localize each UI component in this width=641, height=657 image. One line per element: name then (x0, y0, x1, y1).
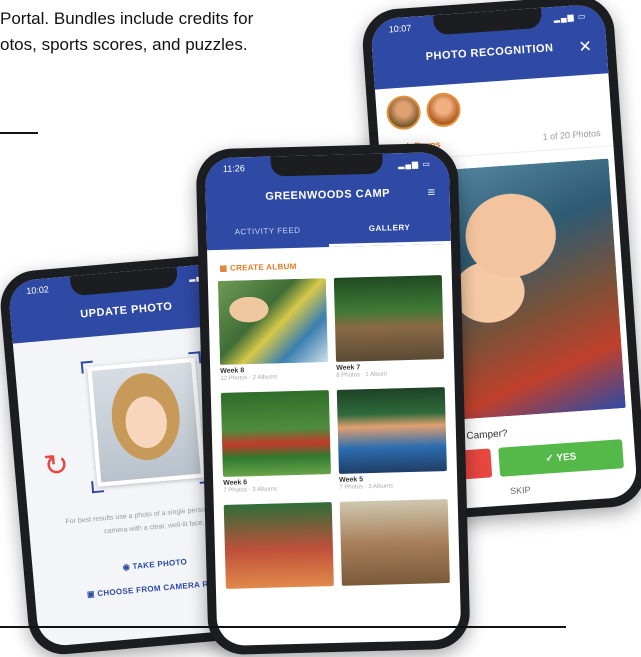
screen-title: GREENWOODS CAMP (265, 187, 391, 203)
tab-activity-feed[interactable]: ACTIVITY FEED (206, 213, 329, 250)
album-cover (217, 278, 329, 365)
camera-roll-button[interactable]: ▣ CHOOSE FROM CAMERA ROLL (87, 578, 226, 599)
avatar[interactable] (425, 91, 462, 129)
create-album-label: CREATE ALBUM (229, 261, 297, 273)
menu-icon[interactable]: ≡ (427, 184, 435, 199)
album-grid: Week 8 12 Photos · 2 Albums Week 7 8 Pho… (208, 275, 460, 589)
divider-top (0, 132, 38, 134)
album-tile[interactable]: Week 8 12 Photos · 2 Albums (217, 278, 329, 385)
frame-corner (188, 351, 202, 365)
avatar[interactable] (385, 94, 422, 131)
frame-corner (80, 360, 94, 374)
album-icon: ▦ (219, 263, 231, 273)
album-tile[interactable] (339, 499, 450, 586)
album-cover (336, 387, 447, 474)
intro-line-2: otos, sports scores, and puzzles. (0, 35, 248, 54)
album-cover (333, 275, 444, 362)
rotate-icon[interactable]: ↻ (42, 447, 70, 484)
signal-battery-icon: ▂▄▆ ▭ (397, 158, 431, 169)
phone-screen: 11:26 ▂▄▆ ▭ GREENWOODS CAMP ≡ ACTIVITY F… (204, 151, 462, 647)
photo-frame[interactable] (80, 351, 212, 494)
album-cover (223, 502, 334, 589)
photo-count: 1 of 20 Photos (542, 127, 601, 142)
status-time: 10:07 (388, 22, 412, 35)
album-tile[interactable]: Week 6 7 Photos · 3 Albums (220, 390, 332, 497)
take-photo-label: TAKE PHOTO (132, 557, 188, 571)
divider-bottom (0, 626, 566, 628)
album-tile[interactable]: Week 7 8 Photos · 1 Album (333, 275, 445, 382)
album-tile[interactable]: Week 5 7 Photos · 3 Albums (336, 387, 448, 494)
tab-bar: ACTIVITY FEED GALLERY (206, 209, 451, 250)
album-cover (220, 390, 331, 477)
status-time: 10:02 (25, 284, 50, 297)
status-time: 11:26 (222, 163, 245, 174)
signal-battery-icon: ▂▄▆ ▭ (553, 11, 587, 23)
album-tile[interactable] (223, 502, 334, 589)
album-cover (339, 499, 450, 586)
take-photo-button[interactable]: ◉ TAKE PHOTO (122, 557, 187, 572)
phone-notch (270, 153, 384, 177)
intro-text: Portal. Bundles include credits for otos… (0, 6, 380, 58)
tab-gallery[interactable]: GALLERY (328, 209, 451, 248)
screen-title: UPDATE PHOTO (79, 300, 173, 321)
camper-photo (87, 357, 206, 487)
intro-line-1: Portal. Bundles include credits for (0, 9, 254, 28)
frame-corner (91, 480, 105, 494)
phone-gallery: 11:26 ▂▄▆ ▭ GREENWOODS CAMP ≡ ACTIVITY F… (195, 142, 471, 656)
close-icon[interactable]: ✕ (578, 36, 593, 57)
screen-title: PHOTO RECOGNITION (425, 42, 554, 63)
